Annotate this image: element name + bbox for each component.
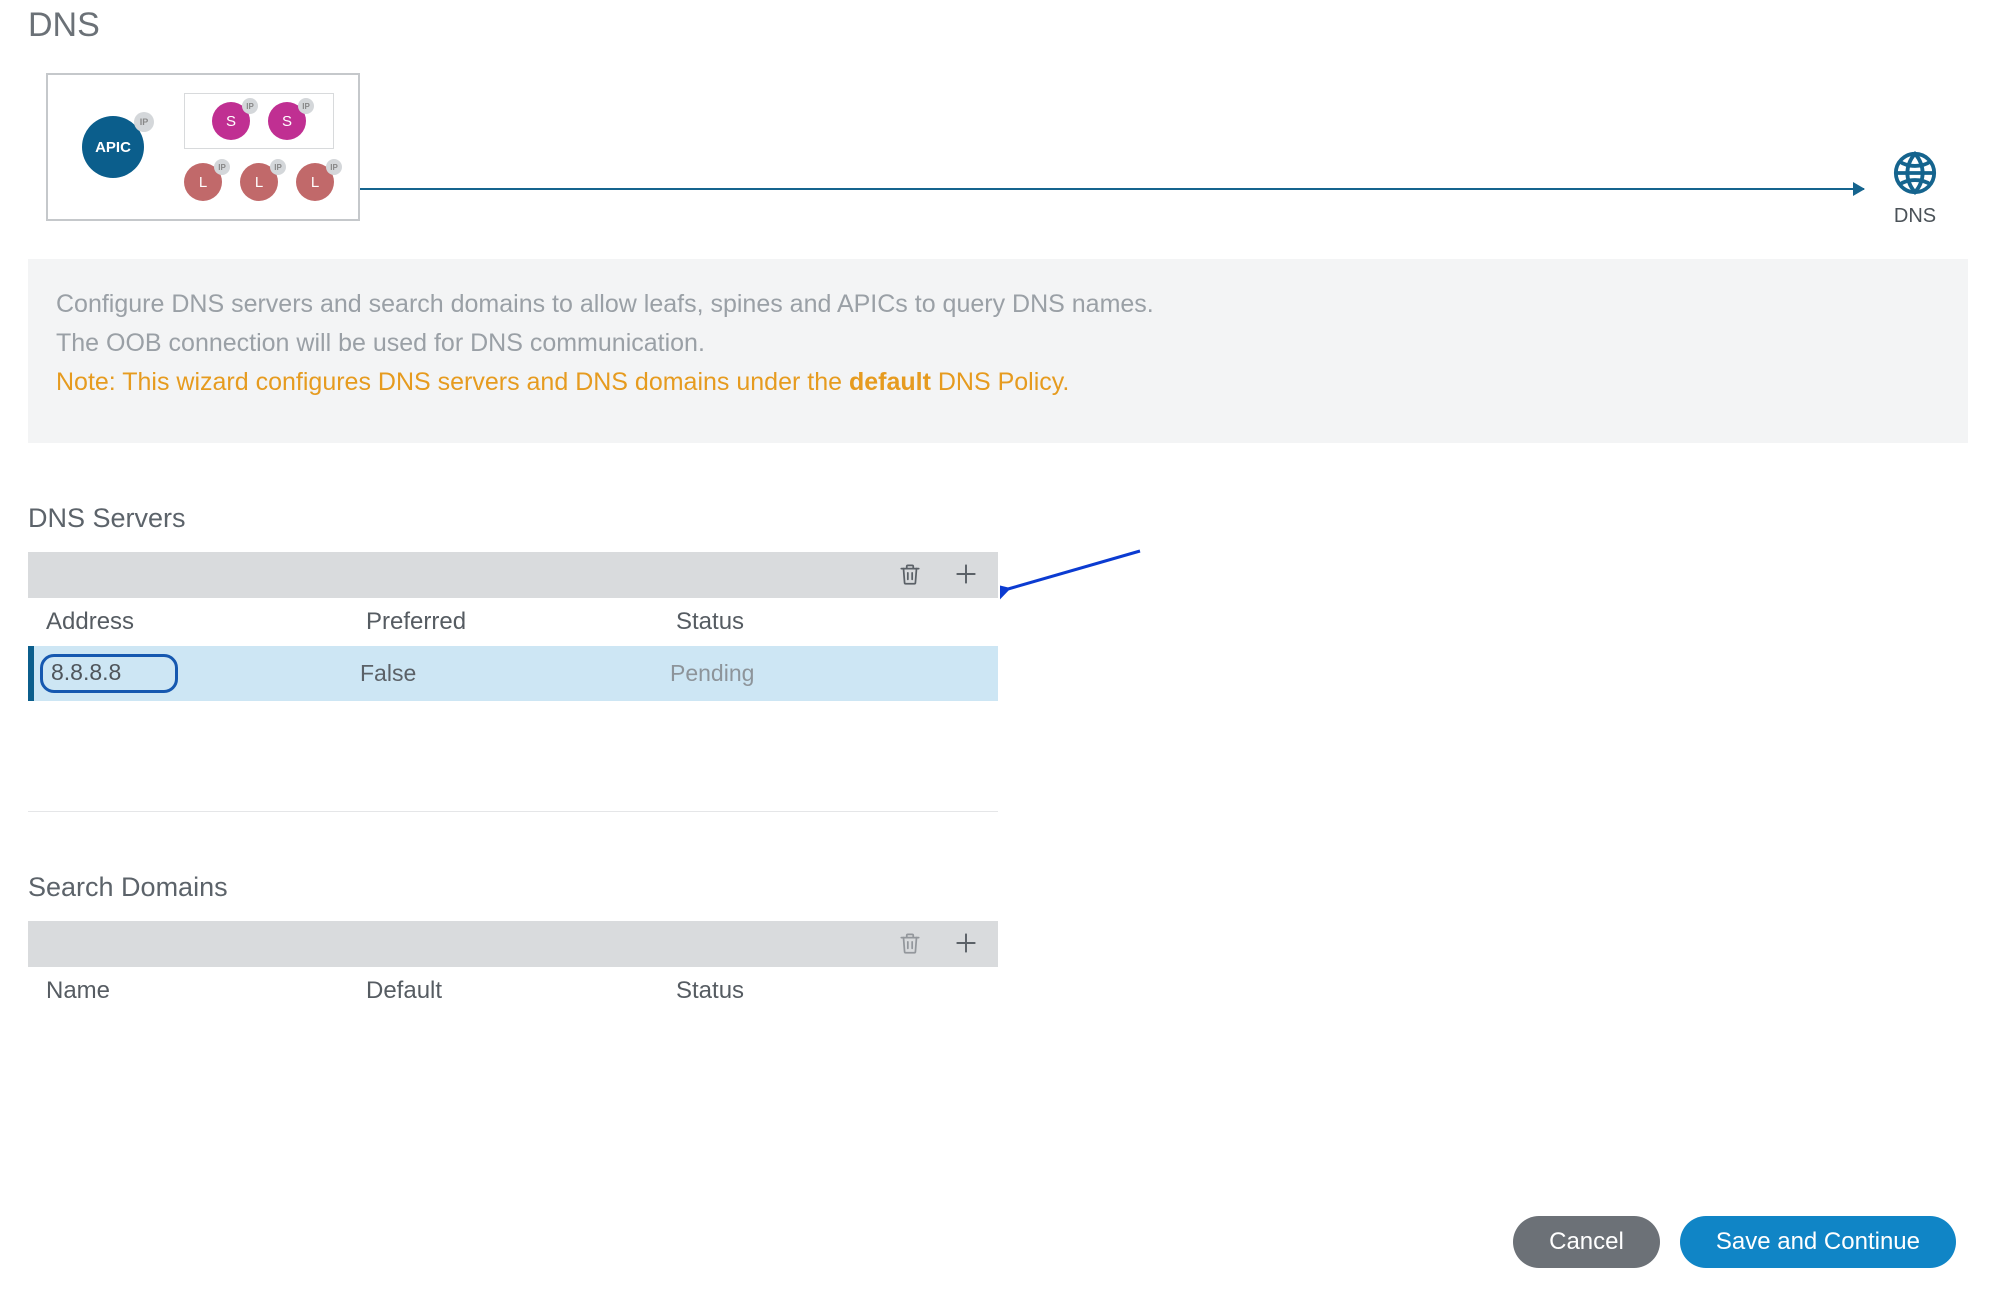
ip-badge-icon: IP <box>214 159 230 175</box>
spine-node: S IP <box>212 102 250 140</box>
cancel-button[interactable]: Cancel <box>1513 1216 1660 1268</box>
spine-label: S <box>282 113 292 130</box>
ip-badge-icon: IP <box>242 98 258 114</box>
dns-status-cell: Pending <box>670 660 980 687</box>
info-banner: Configure DNS servers and search domains… <box>28 259 1968 443</box>
dns-col-preferred: Preferred <box>366 608 676 636</box>
dns-target-label: DNS <box>1894 205 1936 228</box>
sd-col-name: Name <box>46 977 366 1005</box>
ip-badge-icon: IP <box>270 159 286 175</box>
spine-node: S IP <box>268 102 306 140</box>
ip-badge-icon: IP <box>298 98 314 114</box>
sd-col-status: Status <box>676 977 980 1005</box>
leaf-label: L <box>255 174 263 191</box>
arrow-line <box>360 188 1864 190</box>
add-dns-server-button[interactable] <box>952 561 980 589</box>
search-domains-title: Search Domains <box>28 872 1968 903</box>
dns-servers-title: DNS Servers <box>28 503 1968 534</box>
delete-dns-server-button[interactable] <box>896 561 924 589</box>
dns-server-row[interactable]: 8.8.8.8 False Pending <box>28 646 998 701</box>
dns-servers-panel: Address Preferred Status 8.8.8.8 False P… <box>28 552 998 812</box>
plus-icon <box>953 930 979 959</box>
topology-box: APIC IP S IP S IP L IP <box>46 73 360 221</box>
trash-icon <box>897 561 923 590</box>
leaf-label: L <box>199 174 207 191</box>
dns-preferred-cell: False <box>360 660 670 687</box>
info-note-pre: Note: This wizard configures DNS servers… <box>56 368 849 396</box>
sd-col-default: Default <box>366 977 676 1005</box>
leaf-label: L <box>311 174 319 191</box>
topology-row: APIC IP S IP S IP L IP <box>46 73 1968 221</box>
ip-badge-icon: IP <box>326 159 342 175</box>
info-note-bold: default <box>849 368 931 396</box>
search-domains-panel: Name Default Status <box>28 921 998 1015</box>
footer-buttons: Cancel Save and Continue <box>1513 1216 1956 1268</box>
dns-target: DNS <box>1892 150 1938 228</box>
search-domains-section: Search Domains <box>28 872 1968 1015</box>
info-line-2: The OOB connection will be used for DNS … <box>56 324 1940 363</box>
dns-servers-divider <box>28 811 998 812</box>
leaf-row: L IP L IP L IP <box>184 163 334 201</box>
info-note-post: DNS Policy. <box>931 368 1069 396</box>
dns-servers-header: Address Preferred Status <box>28 598 998 646</box>
spine-label: S <box>226 113 236 130</box>
add-search-domain-button[interactable] <box>952 930 980 958</box>
leaf-node: L IP <box>296 163 334 201</box>
search-domains-toolbar <box>28 921 998 967</box>
dns-address-chip[interactable]: 8.8.8.8 <box>40 654 178 693</box>
delete-search-domain-button[interactable] <box>896 930 924 958</box>
ip-badge-icon: IP <box>134 112 154 132</box>
page-title: DNS <box>28 0 1968 45</box>
annotation-arrow-icon <box>1000 545 1160 605</box>
apic-node: APIC IP <box>82 116 144 178</box>
apic-label: APIC <box>95 139 131 156</box>
trash-icon <box>897 930 923 959</box>
leaf-node: L IP <box>184 163 222 201</box>
save-and-continue-button[interactable]: Save and Continue <box>1680 1216 1956 1268</box>
dns-servers-toolbar <box>28 552 998 598</box>
globe-icon <box>1892 150 1938 201</box>
dns-col-address: Address <box>46 608 366 636</box>
spine-row: S IP S IP <box>184 93 334 149</box>
dns-col-status: Status <box>676 608 980 636</box>
dns-address-cell: 8.8.8.8 <box>40 654 360 693</box>
search-domains-header: Name Default Status <box>28 967 998 1015</box>
spine-leaf-group: S IP S IP L IP L IP <box>184 93 334 201</box>
leaf-node: L IP <box>240 163 278 201</box>
plus-icon <box>953 561 979 590</box>
info-note: Note: This wizard configures DNS servers… <box>56 363 1940 402</box>
dns-servers-section: DNS Servers <box>28 503 1968 812</box>
info-line-1: Configure DNS servers and search domains… <box>56 285 1940 324</box>
